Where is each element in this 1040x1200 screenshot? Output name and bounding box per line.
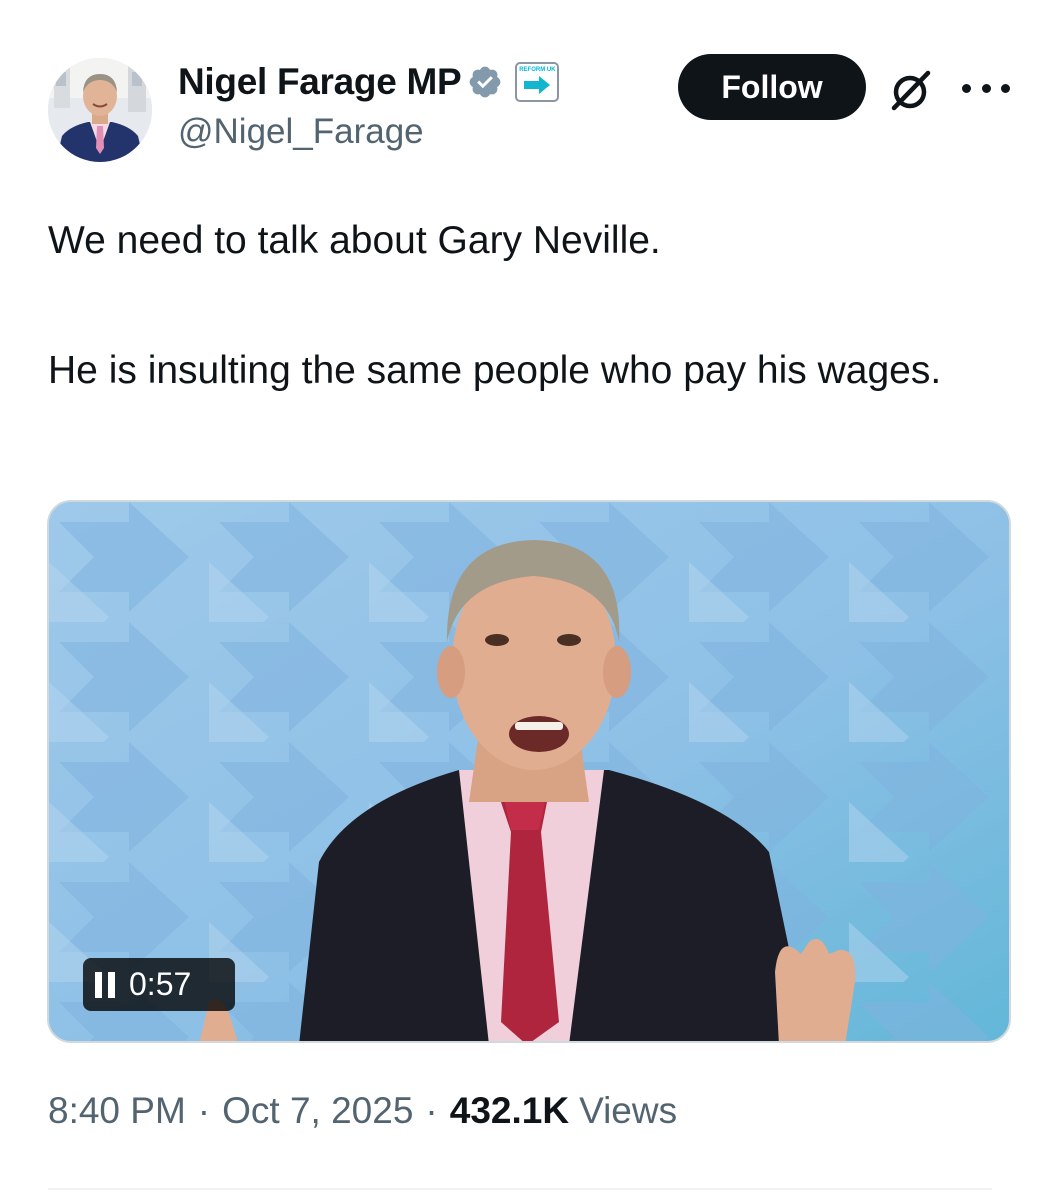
verified-badge-icon	[469, 66, 501, 98]
tweet-meta: 8:40 PM · Oct 7, 2025 · 432.1K Views	[48, 1090, 677, 1132]
follow-button[interactable]: Follow	[678, 54, 866, 120]
grok-icon[interactable]	[888, 66, 936, 114]
avatar[interactable]	[48, 58, 152, 162]
pause-bar	[108, 971, 115, 998]
pause-icon[interactable]	[95, 971, 115, 998]
views-label[interactable]: Views	[579, 1090, 677, 1132]
tweet-paragraph: We need to talk about Gary Neville.	[48, 219, 661, 262]
tweet-paragraph: He is insulting the same people who pay …	[48, 349, 942, 392]
meta-separator: ·	[197, 1090, 211, 1131]
pause-bar	[95, 971, 102, 998]
tweet-date[interactable]: Oct 7, 2025	[222, 1090, 413, 1132]
divider	[48, 1188, 992, 1190]
avatar-image	[48, 58, 152, 162]
more-dot	[962, 83, 971, 93]
affiliate-badge-text: REFORM UK	[519, 67, 556, 73]
more-dot	[981, 83, 991, 93]
video-player[interactable]: 0:57	[47, 500, 1011, 1043]
meta-separator: ·	[425, 1090, 438, 1131]
more-dot	[1001, 83, 1010, 93]
video-time-remaining: 0:57	[129, 966, 192, 1002]
more-icon[interactable]	[962, 74, 1010, 102]
video-controls[interactable]: 0:57	[83, 958, 235, 1011]
author-name-row[interactable]: Nigel Farage MP REFORM UK	[178, 56, 560, 108]
author-handle[interactable]: @Nigel_Farage	[178, 112, 424, 152]
affiliate-badge[interactable]: REFORM UK	[515, 62, 560, 102]
display-name[interactable]: Nigel Farage MP	[178, 61, 462, 103]
tweet-time[interactable]: 8:40 PM	[48, 1090, 186, 1132]
tweet[interactable]: Nigel Farage MP REFORM UK @Nigel_Farage …	[0, 0, 1040, 1200]
views-count[interactable]: 432.1K	[450, 1090, 569, 1132]
